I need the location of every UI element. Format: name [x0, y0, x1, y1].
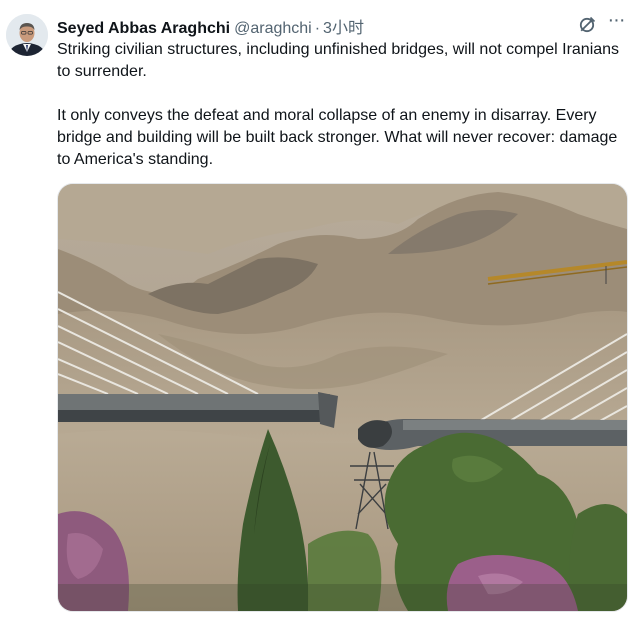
tweet-text: Striking civilian structures, including …	[57, 39, 627, 171]
tweet-photo[interactable]	[57, 183, 628, 612]
tweet: Seyed Abbas Araghchi @araghchi · 3小时 ···…	[0, 0, 640, 617]
author-handle[interactable]: @araghchi	[234, 20, 312, 38]
timestamp[interactable]: 3小时	[323, 14, 364, 38]
tweet-paragraph: Striking civilian structures, including …	[57, 41, 620, 80]
author-name[interactable]: Seyed Abbas Araghchi	[57, 20, 230, 38]
tweet-paragraph: It only conveys the defeat and moral col…	[57, 107, 618, 168]
grok-icon[interactable]	[577, 15, 597, 35]
tweet-header: Seyed Abbas Araghchi @araghchi · 3小时	[57, 14, 580, 38]
more-options-icon[interactable]: ···	[604, 10, 628, 34]
avatar[interactable]	[6, 14, 48, 56]
separator-dot: ·	[314, 20, 321, 37]
